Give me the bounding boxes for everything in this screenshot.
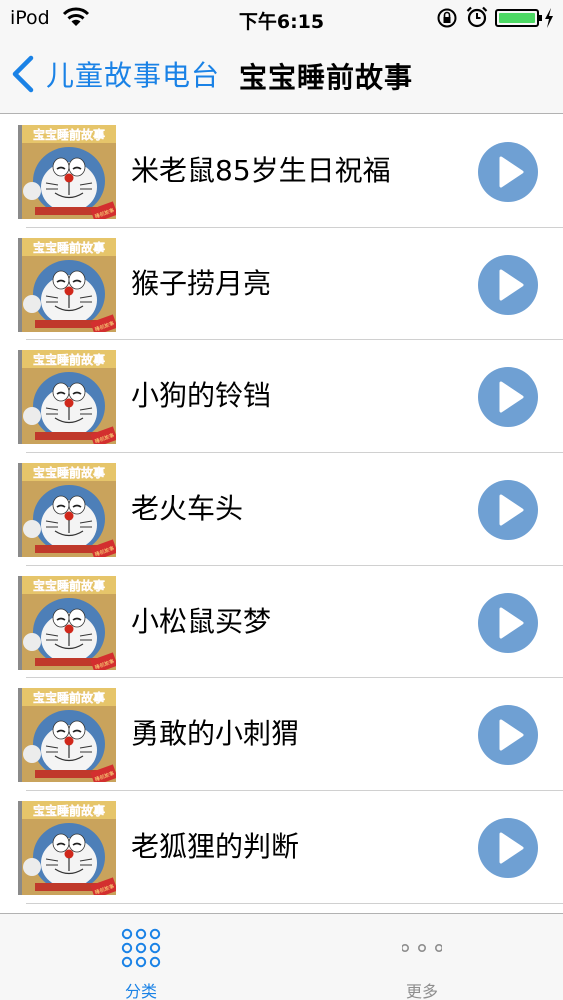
- tab-more-label: 更多: [405, 982, 438, 1000]
- story-row[interactable]: 宝宝睡前故事 睡前故事 米老鼠85岁生日祝福: [0, 115, 563, 228]
- story-thumbnail: 宝宝睡前故事 睡前故事: [18, 125, 116, 219]
- play-icon: [499, 832, 524, 864]
- story-row[interactable]: 宝宝睡前故事 睡前故事 猴子捞月亮: [0, 228, 563, 341]
- svg-text:宝宝睡前故事: 宝宝睡前故事: [33, 578, 105, 593]
- back-button-label: 儿童故事电台: [46, 59, 221, 92]
- story-thumbnail: 宝宝睡前故事 睡前故事: [18, 801, 116, 896]
- story-title: 老狐狸的判断: [131, 830, 300, 864]
- play-icon: [499, 269, 524, 301]
- tab-more[interactable]: 更多: [362, 914, 482, 1000]
- charging-icon: [545, 8, 553, 28]
- row-separator: [26, 902, 563, 904]
- navigation-bar: 儿童故事电台 宝宝睡前故事: [0, 36, 563, 114]
- rotation-lock-icon: [437, 8, 457, 28]
- play-button[interactable]: [478, 705, 538, 766]
- story-title: 老火车头: [131, 492, 244, 526]
- play-icon: [499, 156, 524, 188]
- tab-category-label: 分类: [124, 982, 157, 1000]
- svg-text:宝宝睡前故事: 宝宝睡前故事: [33, 690, 105, 705]
- svg-text:宝宝睡前故事: 宝宝睡前故事: [33, 240, 105, 255]
- story-row[interactable]: 宝宝睡前故事 睡前故事 小松鼠买梦: [0, 566, 563, 679]
- play-button[interactable]: [478, 480, 538, 541]
- story-thumbnail: 宝宝睡前故事 睡前故事: [18, 237, 116, 332]
- play-button[interactable]: [478, 818, 538, 879]
- tab-category[interactable]: 分类: [81, 914, 201, 1000]
- play-button[interactable]: [478, 592, 538, 653]
- story-row[interactable]: 宝宝睡前故事 睡前故事 老火车头: [0, 453, 563, 566]
- more-icon: [402, 943, 442, 952]
- svg-text:宝宝睡前故事: 宝宝睡前故事: [33, 465, 105, 480]
- story-title: 猴子捞月亮: [131, 266, 272, 300]
- play-icon: [499, 719, 524, 751]
- story-title: 小松鼠买梦: [131, 604, 272, 638]
- story-thumbnail: 宝宝睡前故事 睡前故事: [18, 350, 116, 445]
- svg-text:宝宝睡前故事: 宝宝睡前故事: [33, 127, 105, 142]
- story-title: 勇敢的小刺猬: [131, 717, 300, 751]
- svg-text:宝宝睡前故事: 宝宝睡前故事: [33, 803, 105, 818]
- back-button[interactable]: 儿童故事电台: [10, 54, 220, 94]
- story-thumbnail: 宝宝睡前故事 睡前故事: [18, 463, 116, 558]
- play-icon: [499, 381, 524, 413]
- play-button[interactable]: [478, 367, 538, 428]
- play-icon: [499, 494, 524, 526]
- status-bar: iPod 下午6:15: [0, 0, 563, 36]
- play-icon: [499, 607, 524, 639]
- story-list[interactable]: 宝宝睡前故事 睡前故事 米老鼠85岁生日祝福 宝宝睡前故事 睡前故事 猴子捞月亮…: [0, 115, 563, 913]
- story-thumbnail: 宝宝睡前故事 睡前故事: [18, 688, 116, 783]
- chevron-left-icon: [12, 55, 34, 93]
- grid-icon: [121, 928, 161, 968]
- alarm-icon: [466, 6, 488, 28]
- page-title: 宝宝睡前故事: [239, 61, 414, 94]
- tab-bar: 分类 更多: [0, 913, 563, 1000]
- play-button[interactable]: [478, 142, 538, 202]
- battery-icon: [495, 9, 542, 27]
- story-row[interactable]: 宝宝睡前故事 睡前故事 勇敢的小刺猬: [0, 678, 563, 792]
- svg-text:宝宝睡前故事: 宝宝睡前故事: [33, 352, 105, 367]
- story-title: 米老鼠85岁生日祝福: [131, 154, 391, 187]
- story-title: 小狗的铃铛: [131, 379, 272, 413]
- story-thumbnail: 宝宝睡前故事 睡前故事: [18, 575, 116, 670]
- story-row[interactable]: 宝宝睡前故事 睡前故事 小狗的铃铛: [0, 340, 563, 454]
- story-row[interactable]: 宝宝睡前故事 睡前故事 老狐狸的判断: [0, 791, 563, 904]
- play-button[interactable]: [478, 254, 538, 315]
